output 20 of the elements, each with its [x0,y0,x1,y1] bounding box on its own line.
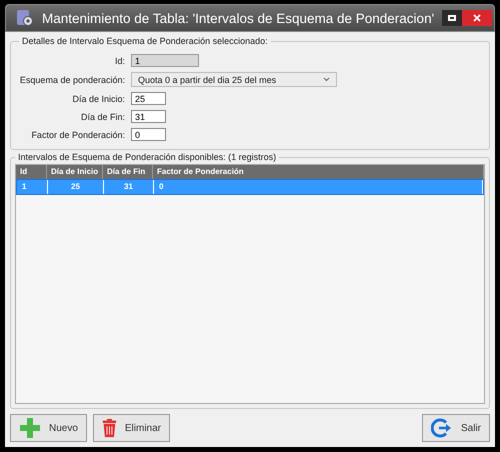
table-cell: 1 [17,180,48,194]
input-field[interactable]: 25 [131,92,166,105]
group-legend: Detalles de Intervalo Esquema de Ponderación seleccionado: [19,36,271,46]
field-label: Día de Fin: [80,112,125,122]
input-field[interactable]: 31 [131,110,166,123]
delete-button[interactable]: Eliminar [93,414,170,442]
id-field[interactable]: 1 [131,54,199,67]
exit-button[interactable]: Salir [422,414,490,442]
table-cell: 25 [48,180,104,194]
field-label: Id: [114,56,125,66]
table-cell: 0 [154,180,483,194]
table-cell: 31 [104,180,154,194]
group-legend: Intervalos de Esquema de Ponderación disponibles: (1 registros) [15,152,280,162]
scheme-dropdown[interactable]: Quota 0 a partir del dia 25 del mes [131,72,337,87]
window-title: Mantenimiento de Tabla: 'Intervalos de Esquema de Ponderacion' [42,10,434,26]
field-label: Factor de Ponderación: [31,130,125,140]
field-label: Día de Inicio: [72,94,125,104]
field-label: Esquema de ponderación: [20,74,125,84]
add-button[interactable]: Nuevo [10,414,87,442]
input-field[interactable]: 0 [131,128,166,141]
